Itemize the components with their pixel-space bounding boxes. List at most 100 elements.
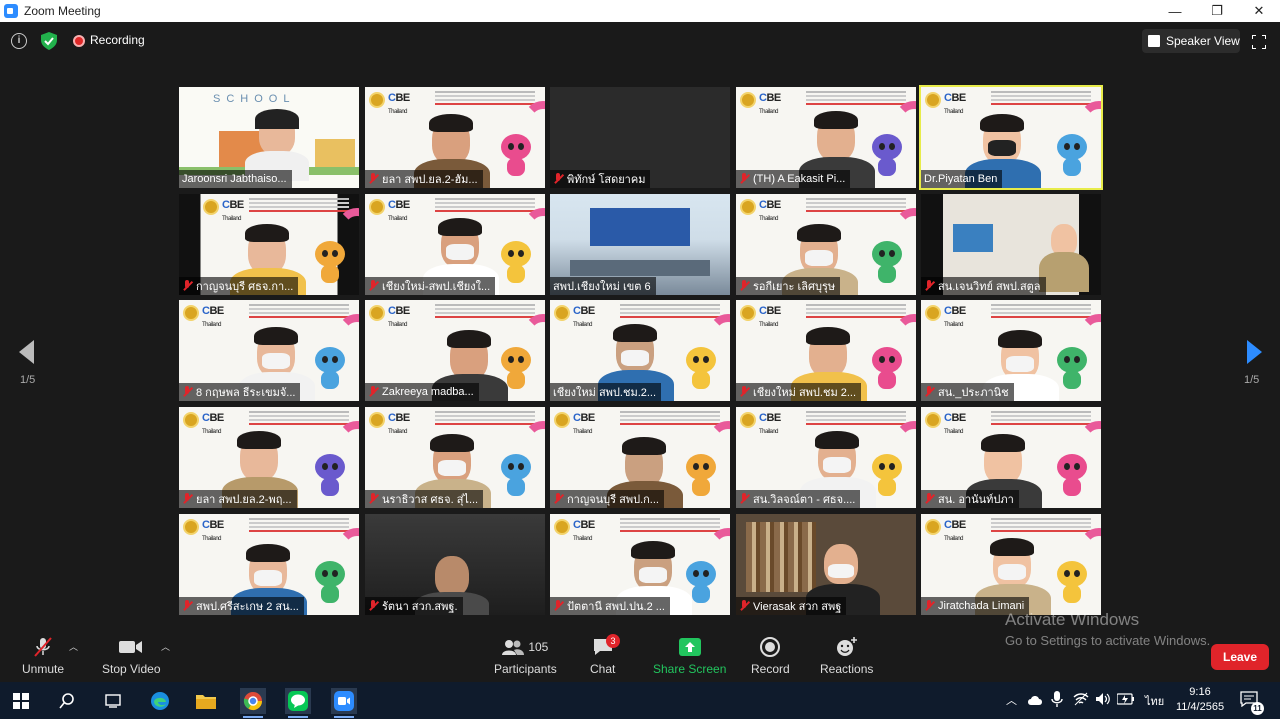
participant-tile[interactable]: CBE Thailand รอกีเยาะ เลิศบุรุษ [736,194,916,295]
chrome-browser-icon[interactable] [240,688,266,718]
speaker-view-button[interactable]: Speaker View [1142,29,1240,53]
participant-name: สน. อานันท์ปภา [938,494,1014,506]
participant-tile[interactable]: CBE Thailand ปัตตานี สพป.ปน.2 ... [550,514,730,615]
activate-windows-hint: Go to Settings to activate Windows. [1005,633,1211,648]
battery-icon[interactable] [1117,693,1135,705]
search-icon[interactable] [54,688,80,714]
participant-tile[interactable]: CBE Thailand สน._ประภานิช [921,300,1101,401]
participant-tile[interactable]: CBE Thailand ยลา สพป.ยล.2-ฮัม... [365,87,545,188]
record-icon [760,636,781,658]
windows-start-icon[interactable] [8,688,34,714]
participant-tile[interactable]: CBE Thailand สพป.ศรีสะเกษ 2 สน... [179,514,359,615]
wifi-icon[interactable] [1073,692,1089,706]
previous-page-arrow[interactable] [19,340,34,364]
zoom-taskbar-icon[interactable] [331,688,357,718]
volume-icon[interactable] [1095,692,1111,706]
tray-overflow-chevron-icon[interactable]: ︿ [1006,692,1017,708]
participant-tile[interactable]: CBE Thailand นราธิวาส ศธจ. สุ่ไ... [365,407,545,508]
muted-mic-icon [739,280,749,292]
close-button[interactable]: ✕ [1238,3,1280,19]
participant-name: Jaroonsri Jabthaiso... [182,173,287,185]
next-page-arrow[interactable] [1247,340,1262,364]
participant-tile[interactable]: CBE Thailand Zakreeya madba... [365,300,545,401]
participant-name: กาญจนบุรี ศธจ.กา... [196,281,294,293]
participant-name-bar: สพป.ศรีสะเกษ 2 สน... [179,597,304,615]
chat-unread-badge: 3 [606,634,620,648]
meeting-topbar: i Recording Speaker View [0,22,1280,60]
edge-browser-icon[interactable] [147,688,173,714]
participant-tile[interactable]: สพป.เชียงใหม่ เขต 6 [550,194,730,295]
reactions-button[interactable]: Reactions [820,636,873,676]
participant-tile[interactable]: CBE Thailand สน.วิลจณ์ตา - ศธจ.... [736,407,916,508]
participant-name: ยลา สพป.ยล.2-พฤ... [196,494,292,506]
window-title: Zoom Meeting [24,4,101,18]
participant-name: เชียงใหม่-สพป.เชียงใ... [382,281,491,293]
participant-name-bar: ปัตตานี สพป.ปน.2 ... [550,597,670,615]
muted-mic-icon [739,493,749,505]
participant-tile[interactable]: CBE Thailand เชียงใหม่-สพป.เชียงใ... [365,194,545,295]
participant-name-bar: เชียงใหม่-สพป.เชียงใ... [365,277,496,295]
participant-name-bar: รอกีเยาะ เลิศบุรุษ [736,277,841,295]
participant-name: Vierasak สวก สพฐ [753,601,842,613]
muted-mic-icon [924,386,934,398]
file-explorer-icon[interactable] [193,688,219,714]
participant-name: Zakreeya madba... [382,386,474,398]
leave-button[interactable]: Leave [1211,644,1269,670]
participant-name-bar: เชียงใหม่ สพป.ชม.2... [550,383,662,401]
participant-tile[interactable]: สน.เจนวิทย์ สพป.สตูล [921,194,1101,295]
participant-name: สพป.เชียงใหม่ เขต 6 [553,281,651,293]
restore-button[interactable]: ❐ [1196,3,1238,19]
shield-icon[interactable] [41,32,57,50]
participant-name: Dr.Piyatan Ben [924,173,998,185]
input-language[interactable]: ไทย [1145,692,1164,710]
info-icon[interactable]: i [11,33,27,49]
share-screen-button[interactable]: Share Screen [653,636,726,676]
participants-count: 105 [528,640,549,654]
task-view-icon[interactable] [100,688,126,714]
participants-button[interactable]: 105 Participants [494,636,557,676]
participant-tile[interactable]: รัตนา สวก.สพฐ. [365,514,545,615]
participant-tile[interactable]: CBE Thailand เชียงใหม่ สพป.ชม 2... [736,300,916,401]
reactions-label: Reactions [820,662,874,676]
taskbar-clock[interactable]: 9:16 11/4/2565 [1175,685,1225,715]
stop-video-button[interactable]: Stop Video [102,636,161,676]
unmute-button[interactable]: Unmute [22,636,64,676]
line-app-icon[interactable] [285,688,311,718]
participant-tile[interactable]: CBE Thailand ยลา สพป.ยล.2-พฤ... [179,407,359,508]
minimize-button[interactable]: — [1154,4,1196,19]
fullscreen-icon[interactable] [1252,35,1266,49]
participant-tile[interactable]: CBE Thailand (TH) A Eakasit Pi... [736,87,916,188]
unmute-label: Unmute [22,662,65,676]
participants-label: Participants [494,662,557,676]
participant-tile[interactable]: CBE Thailand Dr.Piyatan Ben [919,85,1103,190]
participant-tile[interactable]: Vierasak สวก สพฐ [736,514,916,615]
audio-options-caret-icon[interactable]: ︿ [69,640,78,653]
muted-mic-icon [182,493,192,505]
participant-tile[interactable]: CBE Thailand เชียงใหม่ สพป.ชม.2... [550,300,730,401]
view-grid-icon [1148,35,1160,47]
page-count-right: 1/5 [1244,374,1260,386]
participant-tile[interactable]: พิทักษ์ โสดยาคม [550,87,730,188]
participant-name: เชียงใหม่ สพป.ชม.2... [553,387,657,399]
participant-tile[interactable]: CBE Thailand กาญจนบุรี สพป.ก... [550,407,730,508]
clock-date: 11/4/2565 [1175,701,1225,713]
onedrive-cloud-icon[interactable] [1027,693,1043,705]
participant-tile[interactable]: CBE Thailand Jiratchada Limani [921,514,1101,615]
page-count-left: 1/5 [20,374,36,386]
muted-mic-icon [368,173,378,185]
microphone-tray-icon[interactable] [1051,691,1063,707]
participant-name-bar: 8 กฤษพล ธีระเขมจั... [179,383,301,401]
video-options-caret-icon[interactable]: ︿ [161,640,170,653]
record-button[interactable]: Record [751,636,790,676]
participant-tile[interactable]: CBE Thailand สน. อานันท์ปภา [921,407,1101,508]
participant-tile[interactable]: CBE Thailand 8 กฤษพล ธีระเขมจั... [179,300,359,401]
participant-name: รัตนา สวก.สพฐ. [382,601,458,613]
participant-tile[interactable]: CBE Thailand กาญจนบุรี ศธจ.กา... [179,194,359,295]
recording-dot-icon[interactable] [73,35,85,47]
recording-label[interactable]: Recording [90,33,145,47]
chat-label: Chat [590,662,616,676]
muted-mic-icon [739,173,749,185]
muted-mic-icon [182,280,192,292]
participant-tile[interactable]: SCHOOL Jaroonsri Jabthaiso... [179,87,359,188]
participants-icon: 105 [502,636,548,658]
